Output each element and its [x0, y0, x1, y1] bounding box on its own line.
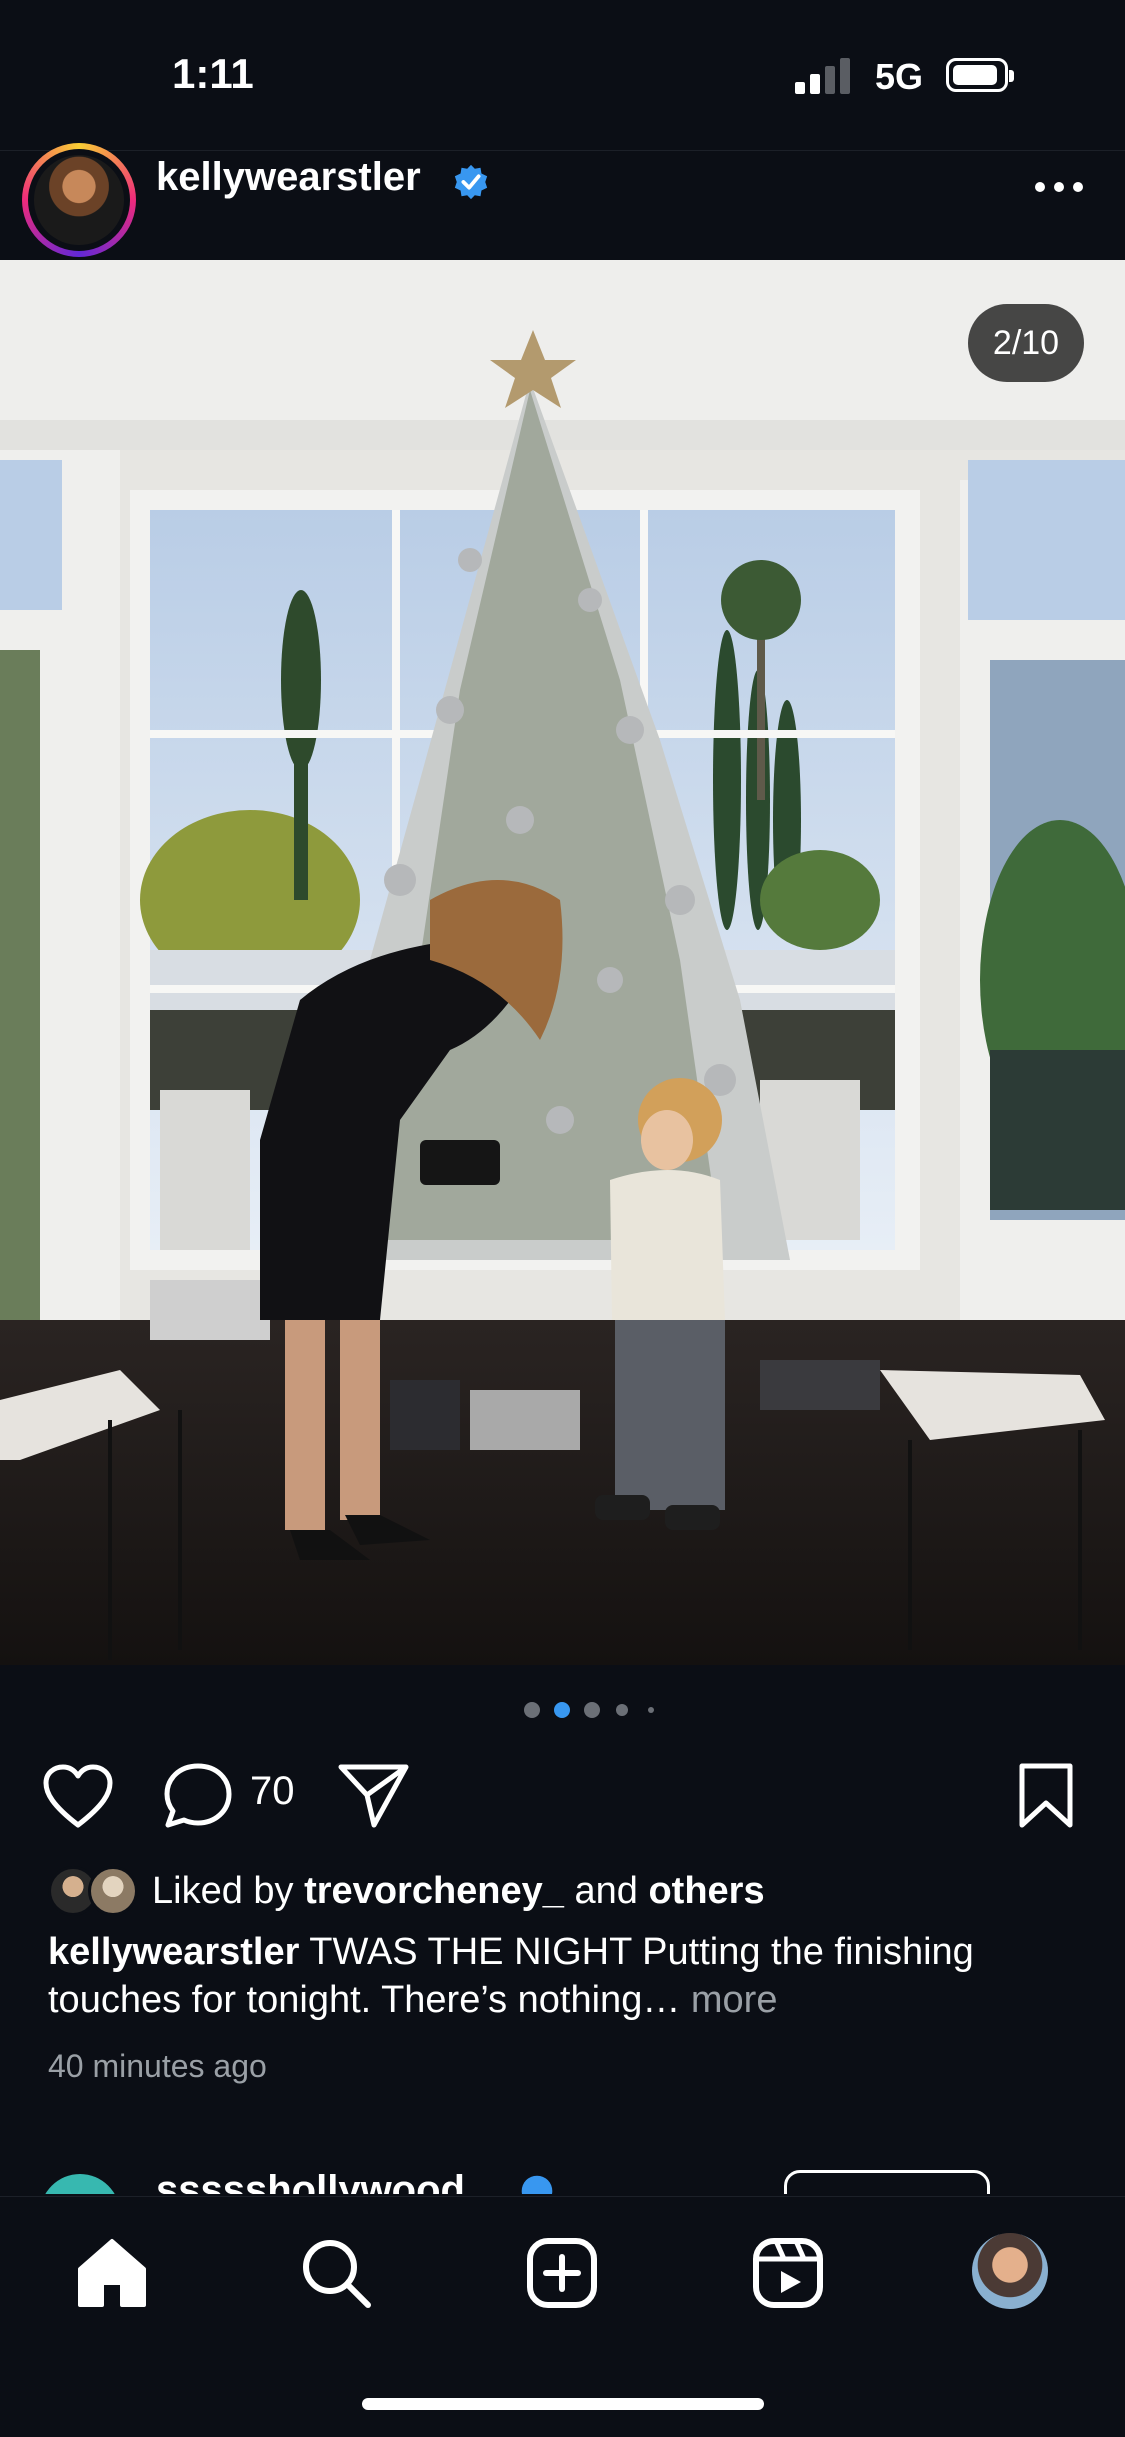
create-icon[interactable] — [522, 2233, 602, 2313]
profile-avatar[interactable] — [972, 2233, 1048, 2309]
bookmark-icon[interactable] — [1016, 1761, 1076, 1831]
avatar — [34, 155, 124, 245]
search-icon[interactable] — [296, 2233, 376, 2313]
signal-icon — [795, 58, 855, 94]
story-ring-avatar[interactable] — [22, 143, 136, 257]
next-post-header: ssssshollywood — [0, 2160, 1125, 2194]
home-indicator — [362, 2398, 764, 2410]
post-username[interactable]: kellywearstler — [156, 155, 421, 200]
carousel-dot — [616, 1704, 628, 1716]
carousel-dot — [648, 1707, 654, 1713]
carousel-dot-active — [554, 1702, 570, 1718]
comment-icon[interactable] — [162, 1761, 234, 1831]
carousel-indicator — [0, 1700, 1125, 1720]
post-caption: kellywearstler TWAS THE NIGHT Putting th… — [48, 1928, 1088, 2024]
post-header: kellywearstler — [0, 143, 1125, 261]
reels-icon[interactable] — [748, 2233, 828, 2313]
verified-badge-icon — [521, 2175, 553, 2194]
status-time: 1:11 — [172, 50, 254, 97]
battery-icon — [946, 58, 1014, 92]
follow-button[interactable] — [784, 2170, 990, 2194]
caption-more-link[interactable]: more — [691, 1979, 778, 2021]
caption-username[interactable]: kellywearstler — [48, 1931, 299, 1973]
status-bar: 1:11 5G — [0, 0, 1125, 150]
home-icon[interactable] — [72, 2233, 152, 2313]
liked-by-row[interactable]: Liked by trevorcheney_ and others — [48, 1862, 1108, 1922]
avatar[interactable] — [40, 2174, 120, 2194]
ellipsis-icon[interactable] — [1034, 177, 1084, 197]
avatar — [88, 1866, 138, 1916]
verified-badge-icon — [454, 164, 488, 200]
image-counter: 2/10 — [968, 304, 1084, 382]
liked-by-user[interactable]: trevorcheney_ — [304, 1870, 564, 1912]
share-icon[interactable] — [336, 1761, 412, 1831]
post-actions: 70 — [0, 1755, 1125, 1835]
comment-count[interactable]: 70 — [250, 1769, 295, 1814]
next-post-username[interactable]: ssssshollywood — [156, 2168, 465, 2194]
carousel-dot — [584, 1702, 600, 1718]
post-photo[interactable]: 2/10 — [0, 260, 1125, 1665]
liked-by-others[interactable]: others — [648, 1870, 764, 1912]
carousel-dot — [524, 1702, 540, 1718]
liked-by-text: Liked by trevorcheney_ and others — [152, 1870, 765, 1912]
heart-icon[interactable] — [42, 1763, 114, 1829]
liked-by-avatars — [48, 1862, 148, 1918]
post-timestamp: 40 minutes ago — [48, 2048, 267, 2084]
christmas-scene-image — [0, 260, 1125, 1665]
network-label: 5G — [875, 56, 924, 97]
